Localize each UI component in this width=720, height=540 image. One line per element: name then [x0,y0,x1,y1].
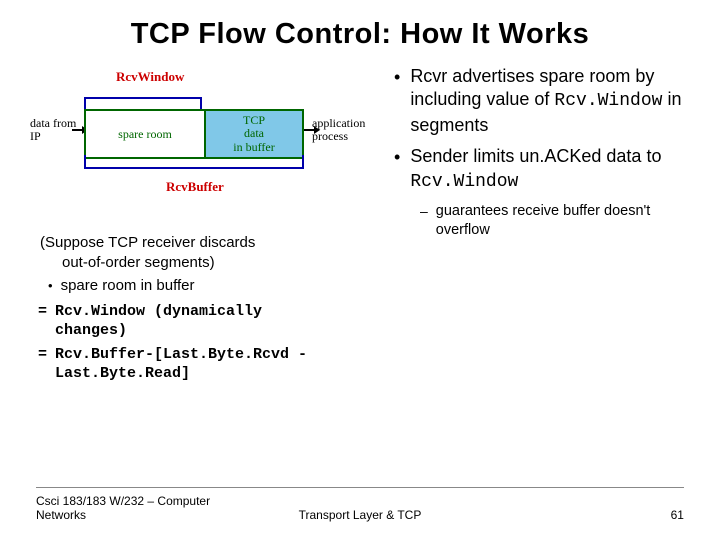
equals-sign: = [38,302,47,341]
equation-2: = Rcv.Buffer-[Last.Byte.Rcvd -Last.Byte.… [36,345,376,384]
slide: TCP Flow Control: How It Works RcvWindow… [0,0,720,540]
footer-left: Csci 183/183 W/232 – Computer Networks [36,494,250,522]
brace-top-icon [84,87,202,101]
footer-center: Transport Layer & TCP [253,508,467,522]
buffer-box: spare room TCP data in buffer [84,109,304,159]
bullet-icon: • [48,276,53,296]
application-process-label: application process [312,117,365,143]
left-text-block: (Suppose TCP receiver discards out-of-or… [36,233,376,384]
brace-bottom-icon [84,163,304,177]
buffer-diagram: RcvWindow data from IP spare room TCP da… [36,65,336,225]
left-column: RcvWindow data from IP spare room TCP da… [36,61,376,388]
bullet-icon: • [394,65,400,137]
right-bullet-1: • Rcvr advertises spare room by includin… [394,65,684,137]
equation-1-body: Rcv.Window (dynamicallychanges) [55,302,262,341]
right-bullet-2: • Sender limits un.ACKed data to Rcv.Win… [394,145,684,194]
right-subbullet-1-text: guarantees receive buffer doesn't overfl… [436,202,684,240]
left-bullet-1-text: spare room in buffer [61,276,195,296]
equation-block: = Rcv.Window (dynamicallychanges) = Rcv.… [36,302,376,384]
suppose-line1: (Suppose TCP receiver discards [36,233,376,253]
spare-room-cell: spare room [86,111,204,157]
left-bullet-1: • spare room in buffer [36,276,376,296]
equation-2-body: Rcv.Buffer-[Last.Byte.Rcvd -Last.Byte.Re… [55,345,307,384]
footer: Csci 183/183 W/232 – Computer Networks T… [36,487,684,522]
footer-page-number: 61 [470,508,684,522]
equation-1: = Rcv.Window (dynamicallychanges) [36,302,376,341]
slide-title: TCP Flow Control: How It Works [36,18,684,51]
content-columns: RcvWindow data from IP spare room TCP da… [36,61,684,388]
tcp-data-cell: TCP data in buffer [204,111,302,157]
right-column: • Rcvr advertises spare room by includin… [394,61,684,388]
rcvwindow-label: RcvWindow [116,69,184,85]
equals-sign: = [38,345,47,384]
bullet-icon: • [394,145,400,194]
rcvbuffer-label: RcvBuffer [166,179,224,195]
right-bullet-2-text: Sender limits un.ACKed data to Rcv.Windo… [410,145,684,194]
suppose-line2: out-of-order segments) [36,253,376,273]
right-subbullet-1: – guarantees receive buffer doesn't over… [420,202,684,240]
dash-icon: – [420,202,428,240]
right-bullet-1-text: Rcvr advertises spare room by including … [410,65,684,137]
